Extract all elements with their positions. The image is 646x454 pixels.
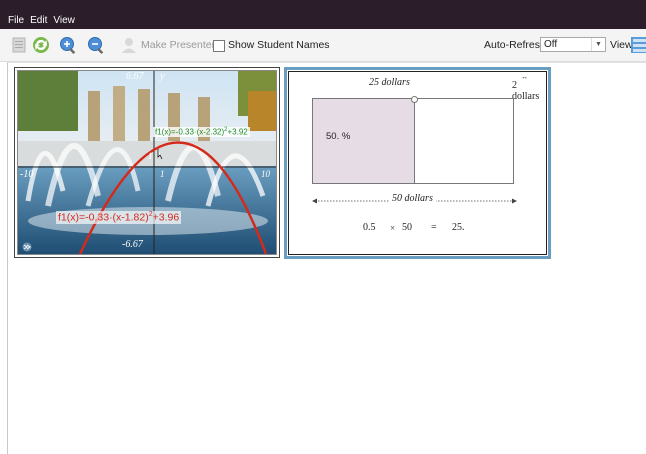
equation-b: 50 (402, 222, 412, 233)
equation-result: 25. (452, 222, 465, 233)
grid-view-icon[interactable] (630, 35, 646, 55)
cursor-icon (157, 149, 163, 160)
screenshot-icon[interactable] (9, 35, 29, 55)
top-right-label: 2 dollars (512, 80, 540, 102)
auto-refresh-select[interactable]: Off ▼ (540, 37, 606, 52)
show-student-names-checkbox[interactable] (213, 40, 225, 52)
total-label: 50 dollars (389, 193, 436, 204)
show-student-names-label[interactable]: Show Student Names (228, 39, 330, 51)
drag-handle[interactable] (411, 96, 418, 103)
menu-file[interactable]: File (8, 15, 24, 29)
y-min-label: -6.67 (122, 239, 143, 250)
toolbar: Make Presenter Show Student Names Auto-R… (0, 29, 646, 62)
graph-panel: 6.67 y -10 10 1 1 -6.67 f1(x)=-0.33·(x-2… (17, 70, 277, 255)
zoom-in-icon[interactable] (58, 35, 78, 55)
equation-a: 0.5 (363, 222, 376, 233)
expand-icon[interactable] (20, 242, 34, 252)
student-thumbnail-graph[interactable]: 6.67 y -10 10 1 1 -6.67 f1(x)=-0.33·(x-2… (14, 67, 280, 258)
function-label-red: f1(x)=-0.33·(x-1.82)2+3.96 (56, 211, 182, 224)
presenter-icon (119, 35, 139, 55)
percent-bar: 50. % (312, 96, 514, 184)
refresh-icon[interactable] (31, 35, 51, 55)
equation-equals: = (431, 222, 437, 233)
zoom-out-icon[interactable] (86, 35, 106, 55)
menu-view[interactable]: View (53, 15, 75, 29)
graph-axes (18, 71, 276, 254)
function-label-green: f1(x)=-0.33·(x-2.32)2+3.92 (153, 127, 250, 137)
menu-edit[interactable]: Edit (30, 15, 47, 29)
y-axis-label: y (160, 71, 165, 82)
y-one-label: 1 (148, 151, 153, 161)
x-max-label: 10 (261, 169, 270, 179)
percent-value: 50. % (326, 131, 351, 142)
chevron-down-icon: ▼ (591, 38, 605, 51)
y-max-label: 6.67 (126, 71, 144, 82)
equation-times: × (390, 223, 396, 233)
student-thumbnail-percent-model[interactable]: 25 dollars ↔ 2 dollars 50. % 50 dollars … (284, 67, 551, 259)
x-min-label: -10 (20, 169, 34, 180)
percent-model-panel: 25 dollars ↔ 2 dollars 50. % 50 dollars … (288, 71, 547, 255)
menu-bar: File Edit View (0, 0, 646, 29)
top-left-label: 25 dollars (369, 77, 410, 88)
make-presenter-button[interactable]: Make Presenter (141, 39, 215, 51)
auto-refresh-value: Off (544, 39, 558, 50)
parabola-curve (78, 141, 268, 254)
x-one-label: 1 (160, 169, 165, 179)
